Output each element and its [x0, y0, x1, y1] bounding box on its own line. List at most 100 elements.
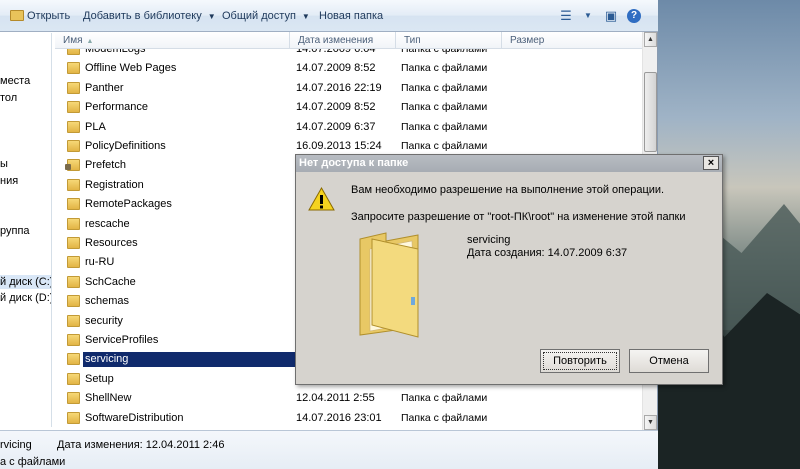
dialog-folder-created: Дата создания: 14.07.2009 6:37: [467, 247, 628, 259]
locked-folder-icon: [65, 159, 80, 172]
folder-icon: [67, 237, 80, 249]
folder-icon: [67, 178, 80, 191]
column-name[interactable]: Имя ▲: [55, 32, 290, 49]
file-name: Setup: [85, 372, 114, 385]
file-type: Папка с файлами: [401, 411, 488, 424]
open-button[interactable]: Открыть: [27, 8, 70, 24]
folder-icon: [67, 140, 80, 152]
folder-icon: [67, 353, 80, 366]
sort-ascending-icon: ▲: [86, 38, 94, 45]
folder-icon: [67, 49, 80, 55]
navigation-pane: места тол ы ния руппа й диск (C:) й диск (D:): [0, 33, 52, 427]
access-denied-dialog: Нет доступа к папке × Вам необходимо раз…: [295, 154, 723, 385]
file-row[interactable]: ShellNew 12.04.2011 2:55 Папка с файлами: [55, 389, 642, 408]
view-dropdown-icon[interactable]: ▼: [580, 8, 596, 24]
details-item-name: rvicing: [0, 439, 32, 451]
nav-item[interactable]: й диск (D:): [0, 291, 51, 305]
dialog-folder-name: servicing: [467, 234, 511, 246]
file-name: schemas: [85, 295, 130, 308]
file-name: Registration: [85, 178, 144, 191]
file-type: Папка с файлами: [401, 62, 488, 75]
file-name: rescache: [85, 217, 130, 230]
folder-icon: [67, 256, 80, 269]
new-folder-button[interactable]: Новая папка: [319, 8, 383, 24]
folder-icon: [67, 411, 80, 424]
column-headers: Имя ▲ Дата изменения Тип Размер: [55, 32, 642, 49]
file-name: Performance: [85, 101, 148, 114]
file-type: Папка с файлами: [401, 120, 488, 133]
file-name: Offline Web Pages: [85, 62, 177, 75]
column-type[interactable]: Тип: [396, 32, 502, 49]
open-folder-icon: [10, 10, 24, 21]
folder-icon: [67, 101, 80, 114]
retry-button[interactable]: Повторить: [540, 349, 620, 373]
nav-item[interactable]: й диск (C:): [0, 275, 51, 289]
file-type: Папка с файлами: [401, 49, 488, 55]
file-name: ServiceProfiles: [85, 334, 159, 346]
file-name: Prefetch: [85, 159, 126, 172]
file-name: security: [85, 314, 123, 327]
file-name: SoftwareDistribution: [85, 411, 184, 424]
add-to-library-button[interactable]: Добавить в библиотеку ▼: [83, 8, 216, 24]
share-button[interactable]: Общий доступ ▼: [222, 8, 310, 24]
large-folder-icon: [359, 232, 419, 338]
dialog-title: Нет доступа к папке: [296, 155, 722, 172]
nav-item[interactable]: ы: [0, 157, 51, 171]
scroll-up-icon[interactable]: ▲: [644, 32, 657, 47]
scroll-down-icon[interactable]: ▼: [644, 415, 657, 430]
nav-item[interactable]: места: [0, 74, 51, 88]
folder-icon: [67, 198, 80, 211]
details-pane: rvicing Дата изменения: 12.04.2011 2:46 …: [0, 430, 658, 469]
scrollbar-thumb[interactable]: [644, 72, 657, 152]
file-date: 14.07.2009 6:37: [296, 120, 376, 133]
cancel-button[interactable]: Отмена: [629, 349, 709, 373]
column-date[interactable]: Дата изменения: [290, 32, 396, 49]
file-row[interactable]: PLA 14.07.2009 6:37 Папка с файлами: [55, 118, 642, 137]
file-name: PLA: [85, 120, 106, 133]
dialog-message: Вам необходимо разрешение на выполнение …: [351, 184, 665, 196]
file-type: Папка с файлами: [401, 140, 488, 152]
file-row[interactable]: Offline Web Pages 14.07.2009 8:52 Папка с …: [55, 59, 642, 78]
view-options-icon[interactable]: ☰: [558, 8, 574, 24]
chevron-down-icon: ▼: [207, 12, 216, 21]
file-name: Resources: [85, 237, 138, 249]
file-date: 12.04.2011 2:55: [296, 392, 375, 405]
file-date: 14.07.2009 6:04: [296, 49, 376, 55]
file-name: servicing: [83, 352, 295, 368]
close-icon[interactable]: ×: [703, 156, 719, 170]
file-name: SchCache: [85, 275, 136, 288]
share-label: Общий доступ: [222, 10, 296, 22]
add-to-library-label: Добавить в библиотеку: [83, 10, 202, 22]
file-name: Panther: [85, 81, 124, 94]
nav-item[interactable]: руппа: [0, 224, 51, 238]
file-name: ru-RU: [85, 256, 115, 269]
nav-item[interactable]: ния: [0, 174, 51, 188]
file-row[interactable]: Panther 14.07.2016 22:19 Папка с файлами: [55, 79, 642, 98]
details-type: а с файлами: [0, 456, 66, 468]
dialog-request: Запросите разрешение от "root-ПК\root" н…: [351, 211, 686, 223]
file-type: Папка с файлами: [401, 392, 488, 405]
file-name: PolicyDefinitions: [85, 140, 166, 152]
help-icon[interactable]: ?: [627, 9, 641, 23]
folder-icon: [67, 334, 80, 346]
file-type: Папка с файлами: [401, 101, 488, 114]
column-name-label: Имя: [63, 35, 83, 46]
command-bar: Открыть Добавить в библиотеку ▼ Общий дос…: [0, 0, 658, 32]
file-row[interactable]: Performance 14.07.2009 8:52 Папка с файлам…: [55, 98, 642, 117]
file-row[interactable]: ModemLogs 14.07.2009 6:04 Папка с файлами: [55, 49, 642, 59]
column-size[interactable]: Размер: [502, 32, 642, 49]
preview-pane-icon[interactable]: ▣: [603, 8, 619, 24]
file-date: 14.07.2009 8:52: [296, 62, 376, 75]
file-name: ModemLogs: [85, 49, 146, 55]
file-date: 14.07.2009 8:52: [296, 101, 376, 114]
folder-icon: [67, 81, 80, 94]
folder-icon: [67, 295, 80, 308]
chevron-down-icon: ▼: [301, 12, 310, 21]
folder-icon: [67, 275, 80, 288]
folder-icon: [67, 62, 80, 75]
nav-item[interactable]: тол: [0, 91, 51, 105]
warning-icon: [308, 187, 335, 211]
folder-icon: [67, 372, 80, 385]
folder-icon: [67, 217, 80, 230]
file-row[interactable]: SoftwareDistribution 14.07.2016 23:01 Папк…: [55, 409, 642, 428]
